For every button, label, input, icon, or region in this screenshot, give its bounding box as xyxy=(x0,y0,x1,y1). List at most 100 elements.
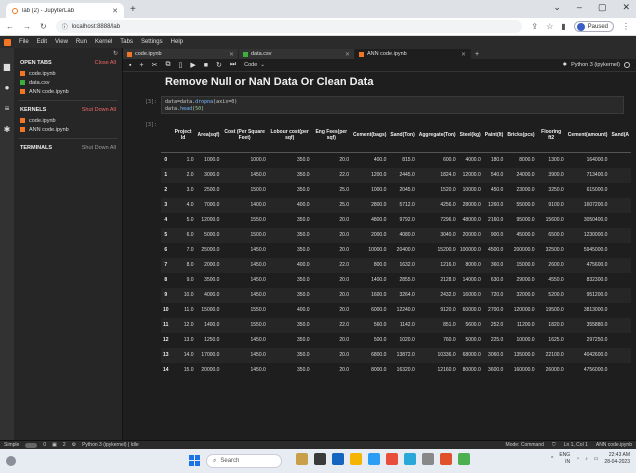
fast-forward-icon[interactable]: ⏭ xyxy=(230,61,236,69)
row-index: 7 xyxy=(161,257,171,273)
table-cell: 32500.0 xyxy=(545,246,564,253)
chrome-browser-icon[interactable] xyxy=(386,453,398,465)
outlook-icon[interactable] xyxy=(404,453,416,465)
new-tab-icon[interactable]: + xyxy=(130,4,140,15)
menu-view[interactable]: View xyxy=(55,39,68,45)
table-cell: 20400.0 xyxy=(396,246,415,253)
doc-tab-ann-code[interactable]: ANN code.ipynb ✕ xyxy=(355,49,471,59)
menu-run[interactable]: Run xyxy=(76,39,87,45)
stop-icon[interactable]: ■ xyxy=(204,62,208,69)
doc-tab-code[interactable]: code.ipynb ✕ xyxy=(123,49,239,59)
open-tab-item[interactable]: ANN code.ipynb xyxy=(18,87,118,96)
close-icon[interactable]: ✕ xyxy=(461,51,466,58)
refresh-icon[interactable]: ↻ xyxy=(113,50,118,57)
language-indicator[interactable]: ENG IN xyxy=(559,452,570,466)
shut-down-all-terminals-button[interactable]: Shut Down All xyxy=(82,145,116,151)
kernel-count[interactable]: 2 xyxy=(63,442,66,448)
cursor-position[interactable]: Ln 1, Col 1 xyxy=(564,442,588,448)
cut-icon[interactable]: ✂ xyxy=(152,61,158,69)
windows-start-icon[interactable] xyxy=(189,455,200,466)
menu-settings[interactable]: Settings xyxy=(141,39,163,45)
sidebar-icon[interactable]: ▮ xyxy=(561,22,565,31)
share-icon[interactable]: ⇪ xyxy=(531,22,538,31)
close-window-icon[interactable]: ✕ xyxy=(622,2,630,13)
notebook-content[interactable]: Remove Null or NaN Data Or Clean Data [3… xyxy=(123,72,636,440)
table-column-header: Sand(Ton) xyxy=(388,118,417,153)
copy-icon[interactable]: ⧉ xyxy=(165,61,170,69)
menu-kernel[interactable]: Kernel xyxy=(95,39,112,45)
table-cell: 400.0 xyxy=(373,156,387,163)
battery-icon[interactable]: ▭ xyxy=(594,456,599,462)
close-icon[interactable]: ✕ xyxy=(345,51,350,58)
table-cell: 17000.0 xyxy=(195,347,222,363)
close-tab-icon[interactable]: ✕ xyxy=(112,7,118,15)
extensions-icon[interactable]: ✱ xyxy=(4,125,11,134)
volume-icon[interactable]: ♪ xyxy=(585,456,588,462)
code-cell-editor[interactable]: data=data.dropna(axis=0) data.head(50) xyxy=(161,96,624,114)
table-cell: 80000.0 xyxy=(462,366,481,373)
chevron-down-icon[interactable]: ⌄ xyxy=(553,2,561,13)
save-icon[interactable]: ▪ xyxy=(129,62,131,69)
open-tab-item[interactable]: data.csv xyxy=(18,78,118,87)
table-cell: 12.0 xyxy=(170,317,196,333)
browser-tab[interactable]: lab (2) - JupyterLab ✕ xyxy=(6,3,124,18)
forward-icon[interactable]: → xyxy=(23,22,31,31)
jupyter-logo-icon xyxy=(4,38,11,46)
doc-tab-data[interactable]: data.csv ✕ xyxy=(239,49,355,59)
running-icon[interactable]: ● xyxy=(5,83,10,92)
wifi-icon[interactable]: ◔ xyxy=(576,456,579,462)
file-browser-icon[interactable]: ▆ xyxy=(4,62,10,71)
table-cell: 4080.0 xyxy=(388,227,417,243)
add-cell-icon[interactable]: + xyxy=(139,62,143,69)
open-tab-item[interactable]: code.ipynb xyxy=(18,69,118,78)
minimize-icon[interactable]: – xyxy=(577,2,582,13)
table-cell: 120000.0 xyxy=(513,306,535,313)
address-bar[interactable]: ⓘ localhost:8888/lab xyxy=(55,20,523,33)
menu-edit[interactable]: Edit xyxy=(37,39,47,45)
shut-down-all-kernels-button[interactable]: Shut Down All xyxy=(82,107,116,113)
kernel-item[interactable]: ANN code.ipynb xyxy=(18,125,118,134)
table-cell: 4500.0 xyxy=(488,246,504,253)
dataframe-table: Project Id Area(sqf) Cost (Per Square Feet… xyxy=(161,118,631,378)
teams-app-icon[interactable] xyxy=(332,453,344,465)
site-info-icon[interactable]: ⓘ xyxy=(62,22,68,31)
maximize-icon[interactable]: ▢ xyxy=(598,2,607,13)
settings-app-icon[interactable] xyxy=(422,453,434,465)
reload-icon[interactable]: ↻ xyxy=(40,22,47,31)
simple-mode-toggle[interactable] xyxy=(25,442,38,448)
menu-help[interactable]: Help xyxy=(171,39,183,45)
close-all-button[interactable]: Close All xyxy=(95,60,116,66)
profile-button[interactable]: Paused xyxy=(573,21,614,32)
row-index: 6 xyxy=(164,246,168,253)
table-cell: 22.0 xyxy=(311,167,352,183)
bookmark-star-icon[interactable]: ☆ xyxy=(546,22,553,31)
paste-icon[interactable]: ▯ xyxy=(178,61,182,69)
table-cell: 2.0 xyxy=(170,167,196,183)
menu-tabs[interactable]: Tabs xyxy=(120,39,133,45)
table-cell: 350.0 xyxy=(297,366,310,373)
clock[interactable]: 22:43 AM 28-04-2023 xyxy=(604,452,630,466)
taskbar-search[interactable]: ⌕ Search xyxy=(206,454,282,468)
close-icon[interactable]: ✕ xyxy=(229,51,234,58)
restart-icon[interactable]: ↻ xyxy=(216,61,222,69)
terminal-count[interactable]: 0 xyxy=(43,442,46,448)
kernel-indicator[interactable]: ✹ Python 3 (ipykernel) xyxy=(562,62,630,68)
office-app-icon[interactable] xyxy=(440,453,452,465)
store-app-icon[interactable] xyxy=(458,453,470,465)
widgets-app-icon[interactable] xyxy=(296,453,308,465)
menu-file[interactable]: File xyxy=(19,39,29,45)
table-cell: 164000.0 xyxy=(586,156,608,163)
more-options-icon[interactable]: ⋮ xyxy=(622,22,630,31)
new-launcher-icon[interactable]: + xyxy=(475,51,479,58)
weather-icon[interactable] xyxy=(6,456,16,466)
kernel-item[interactable]: code.ipynb xyxy=(18,116,118,125)
file-explorer-icon[interactable] xyxy=(350,453,362,465)
commands-icon[interactable]: ≡ xyxy=(5,104,10,113)
back-icon[interactable]: ← xyxy=(6,22,14,31)
edge-browser-icon[interactable] xyxy=(368,453,380,465)
run-icon[interactable]: ▶ xyxy=(190,61,195,69)
cell-type-select[interactable]: Code ⌄ xyxy=(244,62,265,68)
kernel-status[interactable]: Python 3 (ipykernel) | Idle xyxy=(82,442,139,448)
chevron-up-icon[interactable]: ^ xyxy=(551,456,553,462)
task-view-icon[interactable] xyxy=(314,453,326,465)
